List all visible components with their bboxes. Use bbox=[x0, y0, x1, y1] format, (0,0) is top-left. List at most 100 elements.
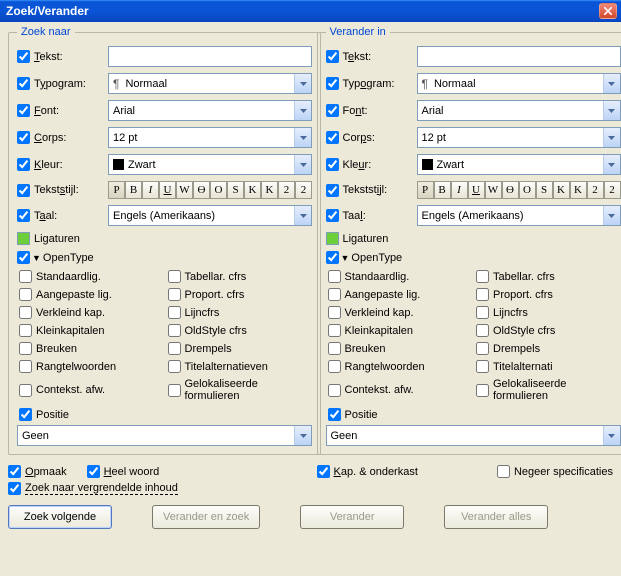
search-corps-combo[interactable]: 12 pt bbox=[108, 127, 312, 148]
search-typogram-combo[interactable]: ¶ Normaal bbox=[108, 73, 312, 94]
kap-check[interactable] bbox=[317, 465, 330, 478]
search-lang-check[interactable] bbox=[17, 209, 30, 222]
replace-color-check[interactable] bbox=[326, 158, 339, 171]
style-u-button[interactable]: U bbox=[159, 181, 176, 199]
style-theta-button[interactable]: Ө bbox=[502, 181, 519, 199]
ot-gelok-check[interactable] bbox=[168, 384, 181, 397]
search-lang-combo[interactable]: Engels (Amerikaans) bbox=[108, 205, 312, 226]
style-sub-button[interactable]: 2 bbox=[604, 181, 621, 199]
style-sub-button[interactable]: 2 bbox=[295, 181, 312, 199]
search-text-input[interactable] bbox=[108, 46, 312, 67]
opmaak-check[interactable] bbox=[8, 465, 21, 478]
style-p-button[interactable]: P bbox=[108, 181, 125, 199]
ot-oldstyle-check[interactable] bbox=[476, 324, 489, 337]
ot-breuken-check[interactable] bbox=[19, 342, 32, 355]
replace-lang-combo[interactable]: Engels (Amerikaans) bbox=[417, 205, 621, 226]
style-k-button[interactable]: K bbox=[553, 181, 570, 199]
ot-drempels-check[interactable] bbox=[476, 342, 489, 355]
ot-lijncfrs-check[interactable] bbox=[168, 306, 181, 319]
replace-legend: Verander in bbox=[326, 26, 390, 38]
ot-breuken-check[interactable] bbox=[328, 342, 341, 355]
style-sup-button[interactable]: 2 bbox=[587, 181, 604, 199]
search-opentype-check[interactable] bbox=[17, 251, 30, 264]
replace-style-check[interactable] bbox=[326, 184, 339, 197]
style-p-button[interactable]: P bbox=[417, 181, 434, 199]
search-corps-check[interactable] bbox=[17, 131, 30, 144]
style-b-button[interactable]: B bbox=[125, 181, 142, 199]
change-button[interactable]: Verander bbox=[300, 505, 404, 529]
replace-ligatures-check[interactable] bbox=[326, 232, 339, 245]
style-k2-button[interactable]: K bbox=[261, 181, 278, 199]
ot-proport-check[interactable] bbox=[476, 288, 489, 301]
ot-rangtel-check[interactable] bbox=[19, 360, 32, 373]
ot-kleinkap-check[interactable] bbox=[19, 324, 32, 337]
search-ligatures-check[interactable] bbox=[17, 232, 30, 245]
replace-typogram-check[interactable] bbox=[326, 77, 339, 90]
ot-rangtel-check[interactable] bbox=[328, 360, 341, 373]
style-k-button[interactable]: K bbox=[244, 181, 261, 199]
replace-lang-check[interactable] bbox=[326, 209, 339, 222]
ot-standaardlig-check[interactable] bbox=[328, 270, 341, 283]
search-color-check[interactable] bbox=[17, 158, 30, 171]
replace-position-combo[interactable]: Geen bbox=[326, 425, 621, 446]
ot-titelalt-check[interactable] bbox=[476, 360, 489, 373]
disclosure-icon[interactable]: ▼ bbox=[341, 253, 350, 263]
negeer-check[interactable] bbox=[497, 465, 510, 478]
search-typogram-check[interactable] bbox=[17, 77, 30, 90]
ot-proport-check[interactable] bbox=[168, 288, 181, 301]
ot-gelok-check[interactable] bbox=[476, 384, 489, 397]
close-button[interactable] bbox=[599, 3, 617, 19]
replace-color-combo[interactable]: Zwart bbox=[417, 154, 621, 175]
search-color-label: Kleur: bbox=[34, 159, 104, 171]
style-i-button[interactable]: I bbox=[451, 181, 468, 199]
search-position-combo[interactable]: Geen bbox=[17, 425, 312, 446]
find-next-button[interactable]: Zoek volgende bbox=[8, 505, 112, 529]
ot-aangepaste-check[interactable] bbox=[328, 288, 341, 301]
ot-tabellar-check[interactable] bbox=[476, 270, 489, 283]
style-w-button[interactable]: W bbox=[485, 181, 502, 199]
change-all-button[interactable]: Verander alles bbox=[444, 505, 548, 529]
search-position-check[interactable] bbox=[19, 408, 32, 421]
disclosure-icon[interactable]: ▼ bbox=[32, 253, 41, 263]
style-o-button[interactable]: O bbox=[519, 181, 536, 199]
ot-standaardlig-check[interactable] bbox=[19, 270, 32, 283]
style-i-button[interactable]: I bbox=[142, 181, 159, 199]
replace-corps-check[interactable] bbox=[326, 131, 339, 144]
style-o-button[interactable]: O bbox=[210, 181, 227, 199]
search-font-check[interactable] bbox=[17, 104, 30, 117]
ot-contekst-check[interactable] bbox=[19, 384, 32, 397]
search-font-combo[interactable]: Arial bbox=[108, 100, 312, 121]
style-u-button[interactable]: U bbox=[468, 181, 485, 199]
replace-text-check[interactable] bbox=[326, 50, 339, 63]
ot-drempels-check[interactable] bbox=[168, 342, 181, 355]
search-style-check[interactable] bbox=[17, 184, 30, 197]
ot-tabellar-check[interactable] bbox=[168, 270, 181, 283]
ot-verkleind-check[interactable] bbox=[328, 306, 341, 319]
replace-opentype-check[interactable] bbox=[326, 251, 339, 264]
ot-verkleind-check[interactable] bbox=[19, 306, 32, 319]
change-find-button[interactable]: Verander en zoek bbox=[152, 505, 260, 529]
style-theta-button[interactable]: Ө bbox=[193, 181, 210, 199]
replace-font-check[interactable] bbox=[326, 104, 339, 117]
style-b-button[interactable]: B bbox=[434, 181, 451, 199]
ot-aangepaste-check[interactable] bbox=[19, 288, 32, 301]
locked-content-check[interactable] bbox=[8, 482, 21, 495]
replace-corps-combo[interactable]: 12 pt bbox=[417, 127, 621, 148]
ot-lijncfrs-check[interactable] bbox=[476, 306, 489, 319]
heelwoord-check[interactable] bbox=[87, 465, 100, 478]
replace-typogram-combo[interactable]: ¶ Normaal bbox=[417, 73, 621, 94]
style-k2-button[interactable]: K bbox=[570, 181, 587, 199]
ot-oldstyle-check[interactable] bbox=[168, 324, 181, 337]
search-text-check[interactable] bbox=[17, 50, 30, 63]
style-s-button[interactable]: S bbox=[536, 181, 553, 199]
search-color-combo[interactable]: Zwart bbox=[108, 154, 312, 175]
style-sup-button[interactable]: 2 bbox=[278, 181, 295, 199]
style-s-button[interactable]: S bbox=[227, 181, 244, 199]
style-w-button[interactable]: W bbox=[176, 181, 193, 199]
replace-position-check[interactable] bbox=[328, 408, 341, 421]
ot-titelalt-check[interactable] bbox=[168, 360, 181, 373]
ot-kleinkap-check[interactable] bbox=[328, 324, 341, 337]
replace-font-combo[interactable]: Arial bbox=[417, 100, 621, 121]
ot-contekst-check[interactable] bbox=[328, 384, 341, 397]
replace-text-input[interactable] bbox=[417, 46, 621, 67]
